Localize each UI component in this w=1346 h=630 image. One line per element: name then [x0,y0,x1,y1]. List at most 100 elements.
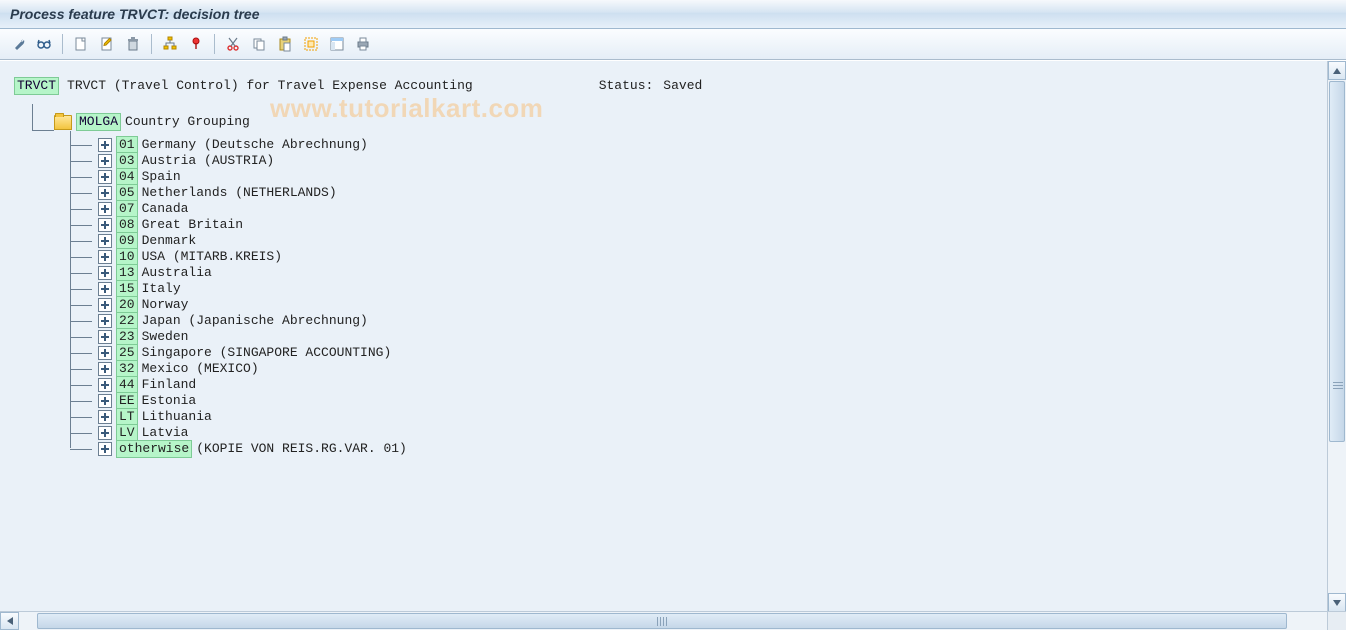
country-node[interactable]: 13Australia [70,265,1322,281]
vertical-scrollbar[interactable] [1327,61,1346,612]
country-node[interactable]: 32Mexico (MEXICO) [70,361,1322,377]
expand-icon[interactable] [98,298,112,312]
country-node[interactable]: otherwise(KOPIE VON REIS.RG.VAR. 01) [70,441,1322,457]
scroll-grip[interactable] [1332,380,1344,392]
country-label: Canada [142,201,189,217]
country-node[interactable]: LVLatvia [70,425,1322,441]
country-label: Great Britain [142,217,243,233]
feature-code: TRVCT [14,77,59,95]
country-label: Norway [142,297,189,313]
expand-icon[interactable] [98,282,112,296]
country-node[interactable]: 08Great Britain [70,217,1322,233]
scroll-track[interactable] [1328,80,1346,593]
country-node[interactable]: 05Netherlands (NETHERLANDS) [70,185,1322,201]
expand-icon[interactable] [98,218,112,232]
country-label: Italy [142,281,181,297]
expand-icon[interactable] [98,234,112,248]
country-label: Japan (Japanische Abrechnung) [142,313,368,329]
country-label: Estonia [142,393,197,409]
scroll-corner [1327,611,1346,630]
expand-icon[interactable] [98,442,112,456]
country-label: USA (MITARB.KREIS) [142,249,282,265]
expand-icon[interactable] [98,250,112,264]
expand-icon[interactable] [98,362,112,376]
country-list: 01Germany (Deutsche Abrechnung)03Austria… [70,137,1322,457]
country-label: Denmark [142,233,197,249]
layout-icon[interactable] [325,32,349,56]
expand-icon[interactable] [98,266,112,280]
content: TRVCT TRVCT (Travel Control) for Travel … [0,61,1328,612]
country-label: Australia [142,265,212,281]
separator [151,34,152,54]
scroll-left-button[interactable] [0,612,19,630]
country-node[interactable]: 44Finland [70,377,1322,393]
country-node[interactable]: 09Denmark [70,233,1322,249]
expand-icon[interactable] [98,138,112,152]
country-node[interactable]: 23Sweden [70,329,1322,345]
molga-label: Country Grouping [125,114,250,130]
country-label: Finland [142,377,197,393]
paste-icon[interactable] [273,32,297,56]
expand-icon[interactable] [98,186,112,200]
feature-description: TRVCT (Travel Control) for Travel Expens… [67,78,473,94]
pin-icon[interactable] [184,32,208,56]
expand-icon[interactable] [98,426,112,440]
wrench-icon[interactable] [6,32,30,56]
country-label: Latvia [142,425,189,441]
tree-connector [14,122,54,123]
scroll-track[interactable] [19,612,1327,630]
expand-icon[interactable] [98,410,112,424]
expand-icon[interactable] [98,394,112,408]
separator [62,34,63,54]
expand-icon[interactable] [98,170,112,184]
country-label: Austria (AUSTRIA) [142,153,275,169]
country-label: Mexico (MEXICO) [142,361,259,377]
delete-icon[interactable] [121,32,145,56]
country-node[interactable]: 04Spain [70,169,1322,185]
expand-icon[interactable] [98,154,112,168]
country-node[interactable]: 25Singapore (SINGAPORE ACCOUNTING) [70,345,1322,361]
hierarchy-icon[interactable] [158,32,182,56]
country-node[interactable]: 20Norway [70,297,1322,313]
page-title: Process feature TRVCT: decision tree [10,6,259,22]
country-node[interactable]: LTLithuania [70,409,1322,425]
country-code: otherwise [116,440,192,458]
glasses-icon[interactable] [32,32,56,56]
country-node[interactable]: EEEstonia [70,393,1322,409]
scroll-down-button[interactable] [1328,593,1346,612]
separator [214,34,215,54]
copy-icon[interactable] [247,32,271,56]
country-node[interactable]: 07Canada [70,201,1322,217]
country-label: (KOPIE VON REIS.RG.VAR. 01) [196,441,407,457]
status-value: Saved [663,78,702,94]
expand-icon[interactable] [98,330,112,344]
new-page-icon[interactable] [69,32,93,56]
country-node[interactable]: 10USA (MITARB.KREIS) [70,249,1322,265]
scroll-up-button[interactable] [1328,61,1346,80]
horizontal-scrollbar[interactable] [0,611,1346,630]
expand-icon[interactable] [98,346,112,360]
country-label: Sweden [142,329,189,345]
country-node[interactable]: 03Austria (AUSTRIA) [70,153,1322,169]
cut-icon[interactable] [221,32,245,56]
title-bar: Process feature TRVCT: decision tree [0,0,1346,29]
country-label: Netherlands (NETHERLANDS) [142,185,337,201]
country-label: Lithuania [142,409,212,425]
country-label: Spain [142,169,181,185]
molga-node[interactable]: MOLGA Country Grouping [14,103,1322,135]
status-label: Status: [599,78,654,94]
expand-icon[interactable] [98,314,112,328]
print-icon[interactable] [351,32,375,56]
country-node[interactable]: 01Germany (Deutsche Abrechnung) [70,137,1322,153]
feature-root-row[interactable]: TRVCT TRVCT (Travel Control) for Travel … [14,77,1322,95]
edit-page-icon[interactable] [95,32,119,56]
expand-icon[interactable] [98,202,112,216]
country-node[interactable]: 22Japan (Japanische Abrechnung) [70,313,1322,329]
scroll-thumb[interactable] [37,613,1287,629]
expand-icon[interactable] [98,378,112,392]
folder-icon [54,115,72,130]
select-all-icon[interactable] [299,32,323,56]
country-node[interactable]: 15Italy [70,281,1322,297]
country-label: Singapore (SINGAPORE ACCOUNTING) [142,345,392,361]
molga-code: MOLGA [76,113,121,131]
